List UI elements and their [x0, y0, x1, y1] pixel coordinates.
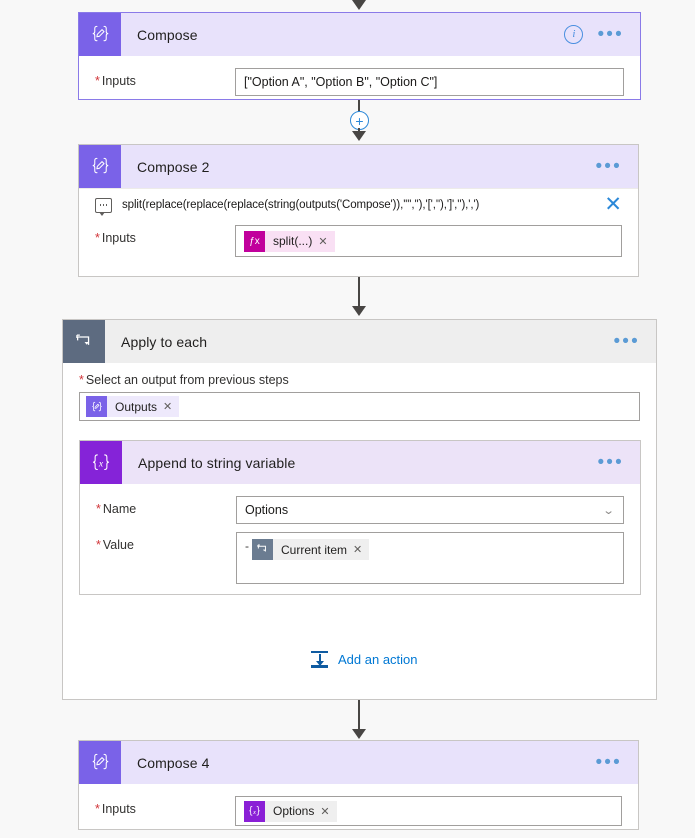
inputs-label: * Inputs [95, 802, 136, 816]
card-compose-2[interactable]: Compose 2 ••• split(replace(replace(repl… [78, 144, 639, 277]
expression-text: split(replace(replace(replace(string(out… [122, 199, 480, 211]
more-options-icon[interactable]: ••• [597, 25, 624, 44]
add-an-action-label: Add an action [338, 652, 418, 667]
card-title: Compose [137, 26, 198, 43]
header-actions: ••• [595, 753, 638, 772]
compose-token-icon [86, 396, 107, 417]
more-options-icon[interactable]: ••• [613, 332, 640, 351]
connector-arrow [352, 729, 366, 739]
card-header: Compose 4 ••• [79, 741, 638, 784]
name-select[interactable]: Options ⌄ [236, 496, 624, 524]
card-title: Append to string variable [138, 454, 296, 471]
required-asterisk: * [95, 802, 100, 816]
loop-token-icon [252, 539, 273, 560]
card-title: Compose 4 [137, 754, 210, 771]
card-header: Apply to each ••• [63, 320, 656, 363]
token-body: Outputs ✕ [107, 396, 180, 417]
token-body: Current item ✕ [273, 539, 370, 560]
required-asterisk: * [79, 373, 84, 387]
remove-token-icon[interactable]: ✕ [318, 235, 327, 248]
token-body: split(...) ✕ [265, 230, 335, 252]
svg-text:x: x [252, 808, 256, 815]
connector-arrow [352, 306, 366, 316]
variable-icon: x [80, 441, 122, 484]
card-compose[interactable]: Compose i ••• * Inputs ["Option A", "Opti… [78, 12, 641, 100]
remove-token-icon[interactable]: ✕ [163, 400, 172, 413]
card-apply-to-each[interactable]: Apply to each ••• * Select an output from… [62, 319, 657, 700]
more-options-icon[interactable]: ••• [597, 453, 624, 472]
inputs-label: * Inputs [95, 231, 136, 245]
card-body: split(replace(replace(replace(string(out… [79, 188, 638, 269]
header-actions: ••• [597, 453, 640, 472]
card-header: Compose i ••• [79, 13, 640, 56]
options-token[interactable]: x Options ✕ [244, 800, 337, 822]
value-label: * Value [96, 538, 134, 552]
expression-preview: split(replace(replace(replace(string(out… [79, 188, 638, 219]
more-options-icon[interactable]: ••• [595, 157, 622, 176]
chevron-down-icon[interactable]: ⌄ [602, 504, 614, 517]
compose-icon [79, 741, 121, 784]
name-label: * Name [96, 502, 137, 516]
card-body: * Inputs x Options ✕ [79, 784, 638, 838]
token-label: Outputs [115, 399, 158, 414]
name-row: * Name Options ⌄ [80, 484, 640, 528]
required-asterisk: * [95, 74, 100, 88]
header-actions: ••• [613, 332, 656, 351]
required-asterisk: * [96, 538, 101, 552]
inputs-input[interactable]: ƒx split(...) ✕ [235, 225, 622, 257]
value-prefix-text: - [245, 539, 249, 553]
card-header: x Append to string variable ••• [80, 441, 640, 484]
inputs-label: * Inputs [95, 74, 136, 88]
fx-icon: ƒx [244, 230, 265, 252]
connector-arrow [352, 131, 366, 141]
expression-icon [95, 197, 112, 216]
card-body: * Name Options ⌄ * Value - Current item … [80, 484, 640, 596]
remove-token-icon[interactable]: ✕ [353, 543, 362, 556]
svg-text:x: x [98, 458, 104, 469]
card-append-to-string-variable[interactable]: x Append to string variable ••• * Name O… [79, 440, 641, 595]
insert-icon [310, 650, 329, 669]
close-icon[interactable]: ✕ [596, 194, 622, 215]
value-input[interactable]: - Current item ✕ [236, 532, 624, 584]
current-item-token[interactable]: Current item ✕ [252, 539, 370, 560]
required-asterisk: * [95, 231, 100, 245]
flow-canvas: Compose i ••• * Inputs ["Option A", "Opti… [0, 0, 695, 830]
token-label: split(...) [273, 234, 313, 248]
loop-icon [63, 320, 105, 363]
header-actions: i ••• [564, 25, 640, 44]
add-an-action-button[interactable]: Add an action [310, 650, 418, 669]
inputs-input[interactable]: x Options ✕ [235, 796, 622, 826]
loop-body: * Select an output from previous steps Ou… [63, 363, 656, 668]
required-asterisk: * [96, 502, 101, 516]
compose-icon [79, 13, 121, 56]
connector-arrow [352, 0, 366, 10]
card-title: Compose 2 [137, 158, 210, 175]
card-header: Compose 2 ••• [79, 145, 638, 188]
name-select-value: Options [245, 503, 289, 517]
more-options-icon[interactable]: ••• [595, 753, 622, 772]
inputs-row: * Inputs ƒx split(...) ✕ [79, 219, 638, 269]
select-output-label: * Select an output from previous steps [79, 373, 289, 387]
outputs-token[interactable]: Outputs ✕ [86, 396, 180, 417]
token-body: Options ✕ [265, 800, 337, 822]
compose-icon [79, 145, 121, 188]
select-output-input[interactable]: Outputs ✕ [79, 392, 640, 421]
inputs-input[interactable]: ["Option A", "Option B", "Option C"] [235, 68, 624, 96]
inputs-row: * Inputs x Options ✕ [79, 784, 638, 838]
card-title: Apply to each [121, 333, 208, 350]
token-label: Current item [281, 542, 348, 557]
card-compose-4[interactable]: Compose 4 ••• * Inputs x Options ✕ [78, 740, 639, 830]
info-icon[interactable]: i [564, 25, 584, 44]
expression-token[interactable]: ƒx split(...) ✕ [244, 230, 335, 252]
header-actions: ••• [595, 157, 638, 176]
variable-token-icon: x [244, 800, 265, 822]
value-row: * Value - Current item ✕ [80, 528, 640, 596]
